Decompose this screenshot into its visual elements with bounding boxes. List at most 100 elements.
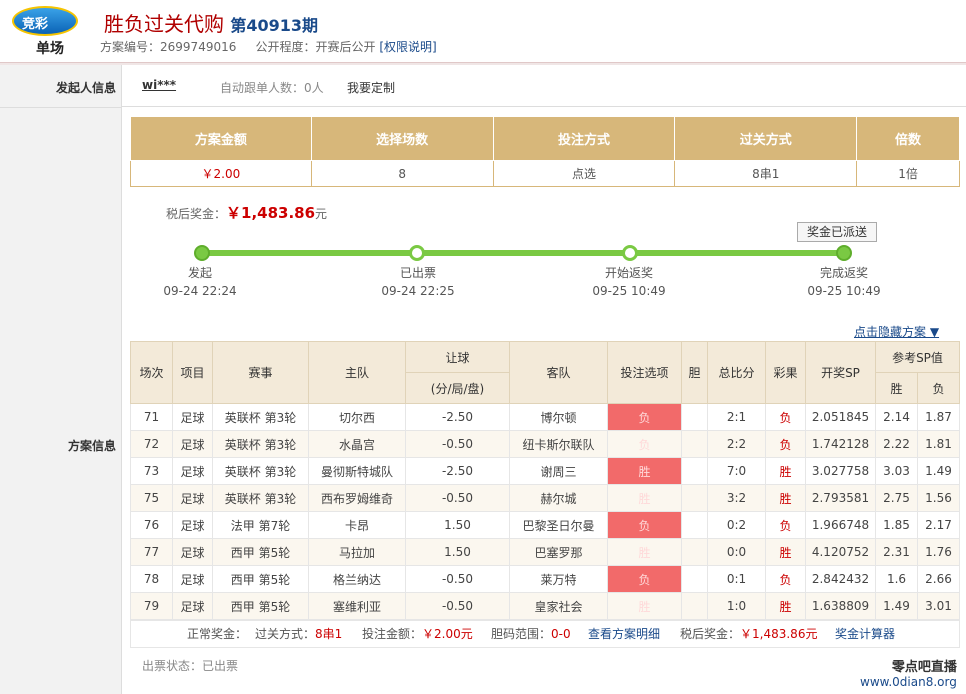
- cell-round: 75: [130, 484, 173, 512]
- cell-sport: 足球: [172, 538, 213, 566]
- cell-dan: [681, 484, 708, 512]
- cell-win: 2.22: [875, 430, 918, 458]
- cell-lose: 1.49: [917, 457, 960, 485]
- step-title: 完成返奖: [819, 266, 868, 280]
- step-start: 发起 09-24 22:24: [150, 264, 250, 300]
- step-payout-start: 开始返奖 09-25 10:49: [579, 264, 679, 300]
- cell-round: 76: [130, 511, 173, 539]
- custom-link[interactable]: 我要定制: [347, 79, 395, 96]
- cell-home: 塞维利亚: [308, 592, 406, 620]
- cell-sp: 2.842432: [805, 565, 876, 593]
- cell-win: 2.31: [875, 538, 918, 566]
- cell-handicap: -2.50: [405, 457, 510, 485]
- watermark-url: www.0dian8.org: [860, 675, 957, 689]
- step-title: 发起: [187, 266, 212, 280]
- prize-unit: 元: [315, 207, 328, 221]
- sponsor-row: wi*** 自动跟单人数：0人 我要定制: [122, 65, 966, 107]
- toggle-plan-link[interactable]: 点击隐藏方案 ▼: [854, 323, 939, 340]
- col-score: 总比分: [707, 341, 766, 404]
- cell-sport: 足球: [172, 403, 213, 431]
- bet-amount: 投注金额：￥2.00元: [362, 621, 473, 647]
- col-handicap: 让球: [405, 341, 510, 373]
- cell-win: 2.14: [875, 403, 918, 431]
- left-divider: [0, 107, 122, 108]
- cell-score: 7:0: [707, 457, 766, 485]
- permission-link[interactable]: [权限说明]: [379, 40, 436, 54]
- follow-count: 自动跟单人数：0人: [220, 81, 324, 95]
- cell-sport: 足球: [172, 592, 213, 620]
- prize-sent-button[interactable]: 奖金已派送: [797, 222, 877, 242]
- cell-result: 胜: [765, 538, 806, 566]
- cell-home: 卡昂: [308, 511, 406, 539]
- summary-bet-type: 点选: [492, 160, 676, 187]
- cell-handicap: -0.50: [405, 484, 510, 512]
- cell-win: 1.49: [875, 592, 918, 620]
- col-dan: 胆: [681, 341, 708, 404]
- cell-sport: 足球: [172, 484, 213, 512]
- cell-result: 负: [765, 430, 806, 458]
- cell-pick: 负: [607, 565, 682, 593]
- plan-detail-table: 场次 项目 赛事 主队 让球 客队 投注选项 胆 总比分 彩果 开奖SP 参考S…: [130, 341, 960, 620]
- cell-dan: [681, 511, 708, 539]
- cell-round: 71: [130, 403, 173, 431]
- after-tax-label: 税后奖金：: [680, 627, 741, 641]
- ticket-status-label: 出票状态：: [142, 659, 203, 673]
- step-title: 开始返奖: [604, 266, 653, 280]
- cell-dan: [681, 592, 708, 620]
- cell-sp: 1.966748: [805, 511, 876, 539]
- cell-win: 1.85: [875, 511, 918, 539]
- public-label: 公开程度：: [255, 40, 316, 54]
- cell-handicap: 1.50: [405, 538, 510, 566]
- table-row: 77 足球 西甲 第5轮 马拉加 1.50 巴塞罗那胜 0:0 胜 4.120752 2.31 1.…: [130, 538, 960, 566]
- cell-sp: 2.051845: [805, 403, 876, 431]
- step-time: 09-24 22:25: [381, 284, 455, 298]
- cell-pick: 负: [607, 430, 682, 458]
- col-sp: 开奖SP: [805, 341, 876, 404]
- cell-round: 73: [130, 457, 173, 485]
- logo-subtitle: 单场: [36, 41, 64, 57]
- logo-badge: 竞彩: [12, 6, 78, 36]
- table-row: 73 足球 英联杯 第3轮 曼彻斯特城队 -2.50 谢周三胜 7:0 胜 3.027758 3.…: [130, 457, 960, 485]
- cell-away: 谢周三: [509, 457, 608, 485]
- cell-lose: 2.66: [917, 565, 960, 593]
- cell-sp: 4.120752: [805, 538, 876, 566]
- cell-result: 胜: [765, 484, 806, 512]
- cell-score: 2:1: [707, 403, 766, 431]
- prize-amount: ￥1,483.86: [226, 204, 316, 222]
- col-result: 彩果: [765, 341, 806, 404]
- table-row: 72 足球 英联杯 第3轮 水晶宫 -0.50 纽卡斯尔联队负 2:2 负 1.742128 2.…: [130, 430, 960, 458]
- cell-win: 3.03: [875, 457, 918, 485]
- cell-league: 法甲 第7轮: [212, 511, 309, 539]
- cell-home: 切尔西: [308, 403, 406, 431]
- summary-table: 方案金额 选择场数 投注方式 过关方式 倍数 ￥2.00 8 点选 8串1 1倍: [130, 116, 960, 187]
- sponsor-user-link[interactable]: wi***: [142, 78, 176, 92]
- summary-header: 选择场数: [310, 116, 494, 161]
- cell-handicap: -2.50: [405, 403, 510, 431]
- table-row: 71 足球 英联杯 第3轮 切尔西 -2.50 博尔顿负 2:1 负 2.051845 2.14 1…: [130, 403, 960, 431]
- pass-value: 8串1: [315, 627, 343, 641]
- progress-bar: [200, 250, 844, 256]
- prize-calculator-link[interactable]: 奖金计算器: [835, 621, 895, 647]
- summary-header: 过关方式: [674, 116, 858, 161]
- cell-lose: 3.01: [917, 592, 960, 620]
- cell-score: 1:0: [707, 592, 766, 620]
- plan-footer: 正常奖金： 过关方式：8串1 投注金额：￥2.00元 胆码范围：0-0 查看方案…: [130, 620, 960, 648]
- plan-detail-link[interactable]: 查看方案明细: [588, 621, 660, 647]
- ticket-status: 出票状态：已出票: [142, 657, 238, 674]
- plan-info-label: 方案信息: [67, 439, 116, 453]
- step-time: 09-25 10:49: [592, 284, 666, 298]
- plan-no: 2699749016: [160, 40, 237, 54]
- summary-header-row: 方案金额 选择场数 投注方式 过关方式 倍数: [130, 116, 960, 161]
- ticket-status-value: 已出票: [202, 659, 239, 673]
- col-handicap-sub: (分/局/盘): [405, 372, 510, 404]
- prize-label: 税后奖金：: [166, 207, 227, 221]
- cell-league: 西甲 第5轮: [212, 565, 309, 593]
- cell-result: 负: [765, 511, 806, 539]
- cell-league: 英联杯 第3轮: [212, 484, 309, 512]
- cell-sp: 1.638809: [805, 592, 876, 620]
- cell-home: 西布罗姆维奇: [308, 484, 406, 512]
- cell-handicap: 1.50: [405, 511, 510, 539]
- summary-header: 方案金额: [130, 116, 312, 161]
- cell-home: 格兰纳达: [308, 565, 406, 593]
- pass-label: 过关方式：: [255, 627, 316, 641]
